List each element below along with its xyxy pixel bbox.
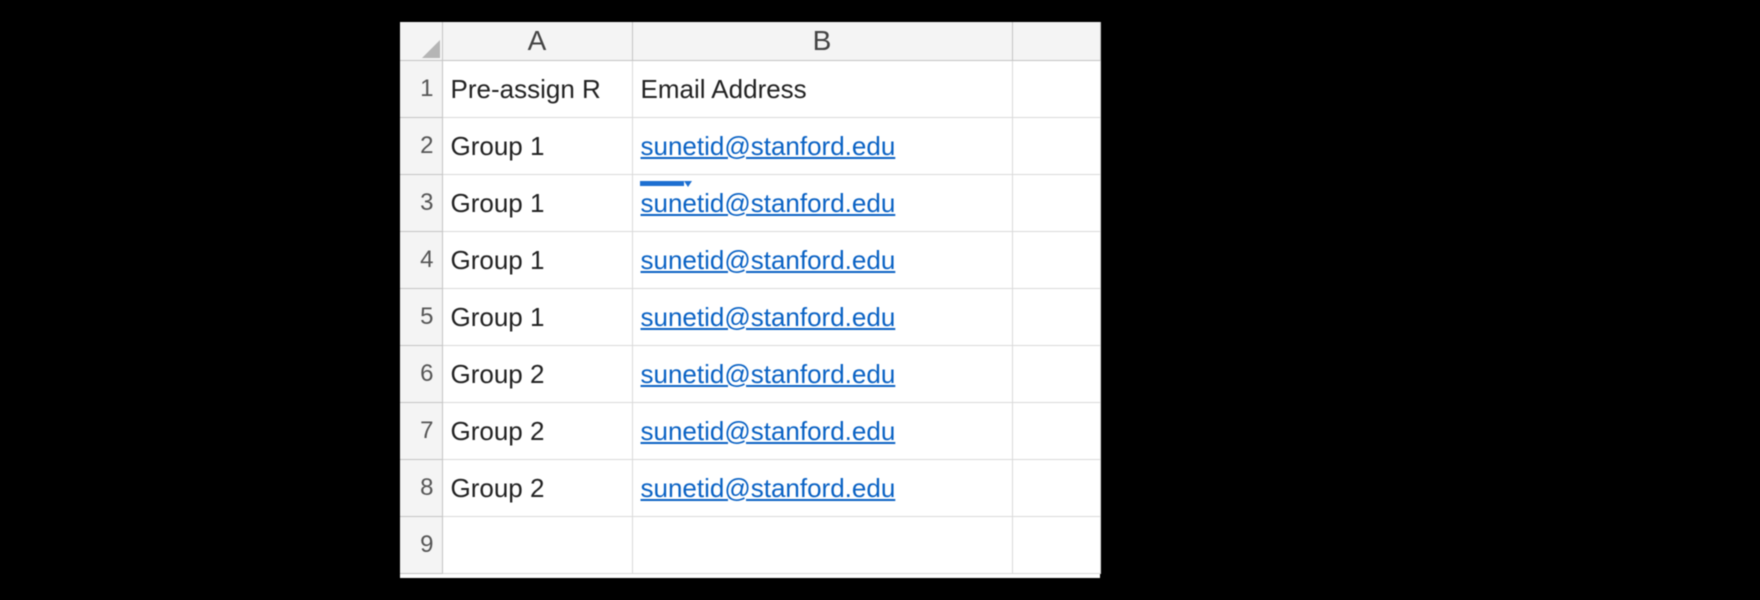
cell-A5[interactable]: Group 1 (442, 289, 632, 346)
cell-A6[interactable]: Group 2 (442, 346, 632, 403)
email-link[interactable]: sunetid@stanford.edu (641, 416, 896, 446)
cell-C5[interactable] (1012, 289, 1100, 346)
cell-text: Group 2 (451, 473, 545, 503)
email-link[interactable]: sunetid@stanford.edu (641, 188, 896, 218)
cell-B4[interactable]: sunetid@stanford.edu (632, 232, 1012, 289)
cell-B8[interactable]: sunetid@stanford.edu (632, 460, 1012, 517)
chevron-down-icon[interactable] (684, 181, 692, 187)
email-link[interactable]: sunetid@stanford.edu (641, 131, 896, 161)
email-link[interactable]: sunetid@stanford.edu (641, 359, 896, 389)
table-row: 7 Group 2 sunetid@stanford.edu (400, 403, 1100, 460)
row-header-3[interactable]: 3 (400, 175, 442, 232)
row-header-1[interactable]: 1 (400, 61, 442, 118)
table-row: 4 Group 1 sunetid@stanford.edu (400, 232, 1100, 289)
row-header-4[interactable]: 4 (400, 232, 442, 289)
email-link[interactable]: sunetid@stanford.edu (641, 302, 896, 332)
cell-A4[interactable]: Group 1 (442, 232, 632, 289)
cell-text: Group 1 (451, 131, 545, 161)
column-header-A[interactable]: A (442, 22, 632, 61)
row-header-7[interactable]: 7 (400, 403, 442, 460)
row-header-8[interactable]: 8 (400, 460, 442, 517)
cell-C4[interactable] (1012, 232, 1100, 289)
cell-C8[interactable] (1012, 460, 1100, 517)
cell-C6[interactable] (1012, 346, 1100, 403)
cell-A9[interactable] (442, 517, 632, 574)
cell-A2[interactable]: Group 1 (442, 118, 632, 175)
column-header-B[interactable]: B (632, 22, 1012, 61)
cell-B1[interactable]: Email Address (632, 61, 1012, 118)
cell-C9[interactable] (1012, 517, 1100, 574)
email-link[interactable]: sunetid@stanford.edu (641, 473, 896, 503)
cell-A8[interactable]: Group 2 (442, 460, 632, 517)
cell-A1[interactable]: Pre-assign R (442, 61, 632, 118)
cell-B9[interactable] (632, 517, 1012, 574)
cell-B3[interactable]: sunetid@stanford.edu (632, 175, 1012, 232)
row-header-5[interactable]: 5 (400, 289, 442, 346)
cell-A3[interactable]: Group 1 (442, 175, 632, 232)
table-row: 3 Group 1 sunetid@stanford.edu (400, 175, 1100, 232)
cell-text: Group 1 (451, 302, 545, 332)
cell-text: Group 1 (451, 188, 545, 218)
table-row: 2 Group 1 sunetid@stanford.edu (400, 118, 1100, 175)
cell-C7[interactable] (1012, 403, 1100, 460)
row-header-6[interactable]: 6 (400, 346, 442, 403)
row-header-2[interactable]: 2 (400, 118, 442, 175)
spreadsheet-viewport: A B 1 Pre-assign R Email Address 2 Group… (400, 22, 1100, 578)
cell-text: Group 2 (451, 416, 545, 446)
cell-B7[interactable]: sunetid@stanford.edu (632, 403, 1012, 460)
spreadsheet-grid[interactable]: A B 1 Pre-assign R Email Address 2 Group… (400, 22, 1101, 574)
select-all-corner[interactable] (400, 22, 442, 61)
cell-text: Pre-assign R (451, 74, 624, 105)
column-header-C[interactable] (1012, 22, 1100, 61)
cell-text: Group 2 (451, 359, 545, 389)
cell-C1[interactable] (1012, 61, 1100, 118)
cell-B2[interactable]: sunetid@stanford.edu (632, 118, 1012, 175)
cell-text: Email Address (641, 74, 807, 104)
table-row: 1 Pre-assign R Email Address (400, 61, 1100, 118)
cell-C3[interactable] (1012, 175, 1100, 232)
cell-text: Group 1 (451, 245, 545, 275)
table-row: 5 Group 1 sunetid@stanford.edu (400, 289, 1100, 346)
table-row: 9 (400, 517, 1100, 574)
cell-C2[interactable] (1012, 118, 1100, 175)
cell-A7[interactable]: Group 2 (442, 403, 632, 460)
cell-B6[interactable]: sunetid@stanford.edu (632, 346, 1012, 403)
paste-options-indicator[interactable] (640, 181, 684, 186)
table-row: 6 Group 2 sunetid@stanford.edu (400, 346, 1100, 403)
cell-B5[interactable]: sunetid@stanford.edu (632, 289, 1012, 346)
row-header-9[interactable]: 9 (400, 517, 442, 574)
email-link[interactable]: sunetid@stanford.edu (641, 245, 896, 275)
table-row: 8 Group 2 sunetid@stanford.edu (400, 460, 1100, 517)
